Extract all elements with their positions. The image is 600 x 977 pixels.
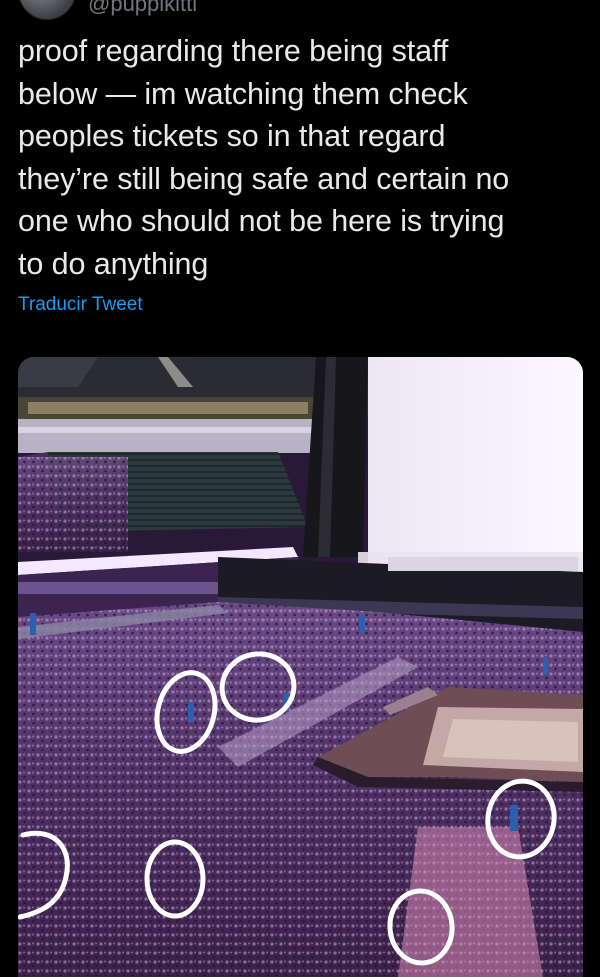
avatar[interactable] (18, 0, 76, 20)
translate-tweet-link[interactable]: Traducir Tweet (18, 294, 143, 316)
arena-photo (18, 357, 583, 977)
tweet-header: @puppikitti (0, 0, 600, 22)
tweet-text: proof regarding there being staff below … (18, 34, 510, 281)
author-handle[interactable]: @puppikitti (88, 0, 197, 17)
tweet-photo[interactable] (18, 357, 583, 977)
